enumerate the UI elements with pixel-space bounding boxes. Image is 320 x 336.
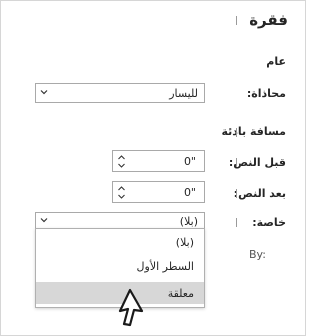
option-label: (بلا) bbox=[175, 236, 194, 249]
dropdown-option[interactable]: السطر الأول bbox=[36, 255, 204, 277]
separator-mark bbox=[236, 218, 237, 227]
mouse-pointer-icon bbox=[118, 288, 144, 327]
general-heading: عام bbox=[266, 55, 286, 68]
after-text-spinner[interactable]: 0" bbox=[112, 181, 205, 203]
after-text-label: بعد النص: bbox=[233, 187, 286, 200]
before-text-label: قبل النص: bbox=[228, 156, 286, 169]
before-text-spinner[interactable]: 0" bbox=[112, 150, 205, 172]
before-text-value: 0" bbox=[183, 155, 196, 168]
after-text-value: 0" bbox=[183, 186, 196, 199]
spinner-arrows-icon[interactable] bbox=[117, 153, 126, 170]
separator-mark bbox=[236, 158, 237, 167]
special-value: (بلا) bbox=[179, 215, 198, 228]
alignment-select[interactable]: لليسار bbox=[35, 83, 205, 103]
alignment-label: محاذاة: bbox=[246, 87, 286, 100]
pane-title: فقرة bbox=[249, 11, 288, 29]
special-label: خاصة: bbox=[252, 216, 286, 229]
option-label: معلقة bbox=[167, 287, 194, 300]
spinner-arrows-icon[interactable] bbox=[117, 184, 126, 201]
option-label: السطر الأول bbox=[136, 260, 194, 273]
separator-mark bbox=[236, 16, 237, 25]
separator-mark bbox=[236, 128, 237, 137]
by-label: By: bbox=[249, 248, 266, 261]
chevron-down-icon bbox=[40, 218, 48, 223]
separator-mark bbox=[236, 189, 237, 198]
chevron-down-icon bbox=[40, 90, 48, 95]
dropdown-option[interactable]: (بلا) bbox=[36, 231, 204, 253]
indentation-heading: مسافة بادئة bbox=[221, 125, 286, 138]
alignment-value: لليسار bbox=[169, 87, 198, 100]
